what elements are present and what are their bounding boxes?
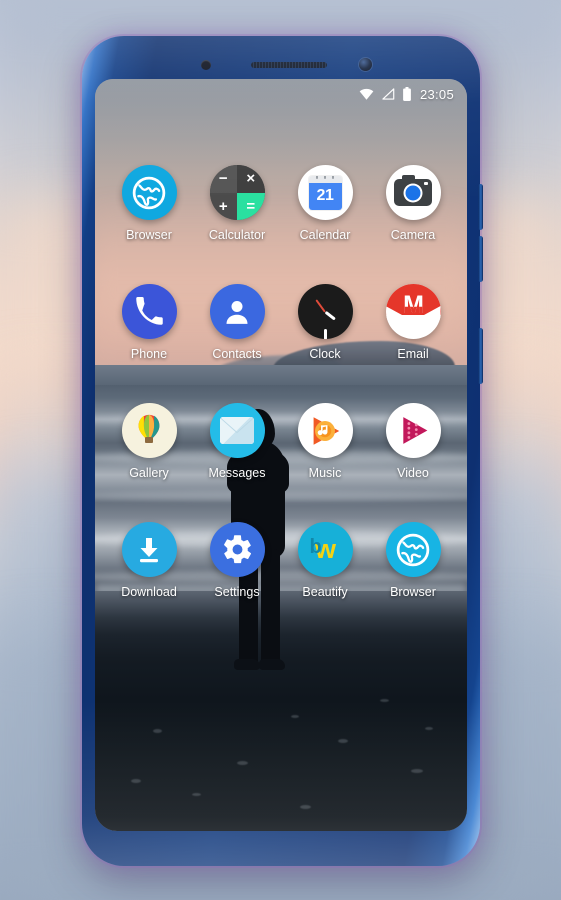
app-settings[interactable]: Settings (199, 522, 275, 599)
app-row: Browser − × + = Calculator 21 Calendar C… (95, 165, 467, 242)
power-button[interactable] (478, 328, 483, 384)
status-bar-clock: 23:05 (419, 86, 454, 102)
app-messages[interactable]: Messages (199, 403, 275, 480)
app-label: Messages (208, 466, 266, 480)
volume-up-button[interactable] (478, 184, 483, 230)
calendar-icon[interactable]: 21 (297, 165, 353, 220)
app-label: Clock (309, 347, 341, 361)
phone-device-frame: 23:05 Browser − × + = Calculator 21 Cale… (82, 36, 483, 866)
app-camera[interactable]: Camera (375, 165, 451, 242)
status-bar: 23:05 (95, 79, 467, 109)
app-label: Gallery (129, 466, 169, 480)
gallery-balloon-icon[interactable] (121, 403, 177, 458)
contacts-person-icon[interactable] (209, 284, 265, 339)
app-phone[interactable]: Phone (111, 284, 187, 361)
app-icon-grid: Browser − × + = Calculator 21 Calendar C… (95, 165, 467, 599)
messages-bubble-icon[interactable] (209, 403, 265, 458)
app-label: Contacts (212, 347, 262, 361)
app-label: Email (397, 347, 429, 361)
calendar-day-number: 21 (308, 182, 342, 210)
video-play-film-icon[interactable] (385, 403, 441, 458)
app-beautify[interactable]: b w Beautify (287, 522, 363, 599)
calc-key-plus: + (218, 197, 228, 215)
app-label: Video (397, 466, 429, 480)
app-label: Calendar (299, 228, 351, 242)
phone-handset-icon[interactable] (121, 284, 177, 339)
balloon-basket-icon (145, 437, 153, 443)
app-video[interactable]: Video (375, 403, 451, 480)
wifi-icon (359, 88, 374, 100)
app-contacts[interactable]: Contacts (199, 284, 275, 361)
battery-icon (402, 87, 412, 101)
app-label: Calculator (208, 228, 266, 242)
app-label: Settings (214, 585, 260, 599)
app-download[interactable]: Download (111, 522, 187, 599)
app-calculator[interactable]: − × + = Calculator (199, 165, 275, 242)
app-browser-secondary[interactable]: Browser (375, 522, 451, 599)
app-row: Phone Contacts Clock M Email (95, 284, 467, 361)
download-arrow-icon[interactable] (121, 522, 177, 577)
calculator-icon[interactable]: − × + = (209, 165, 265, 220)
app-label: Download (121, 585, 177, 599)
calc-key-multiply: × (246, 170, 256, 188)
beautify-b-mark: b (309, 536, 322, 558)
app-row: Gallery Messages Music Video (95, 403, 467, 480)
app-email[interactable]: M M Email (375, 284, 451, 361)
phone-screen: 23:05 Browser − × + = Calculator 21 Cale… (95, 79, 467, 831)
front-camera-icon (359, 58, 372, 71)
clock-icon[interactable] (297, 284, 353, 339)
browser-globe-icon[interactable] (385, 522, 441, 577)
app-label: Browser (126, 228, 172, 242)
camera-icon[interactable] (385, 165, 441, 220)
calc-key-minus: − (218, 170, 228, 188)
app-label: Music (308, 466, 342, 480)
volume-down-button[interactable] (478, 236, 483, 282)
earpiece-speaker-icon (251, 62, 327, 68)
calc-key-equals: = (246, 197, 256, 215)
app-label: Camera (390, 228, 436, 242)
proximity-sensor-icon (201, 60, 211, 70)
beautify-w-icon[interactable]: b w (297, 522, 353, 577)
email-envelope-icon[interactable]: M M (385, 284, 441, 339)
music-play-note-icon[interactable] (297, 403, 353, 458)
browser-globe-icon[interactable] (121, 165, 177, 220)
app-row: Download Settings b w Beautify Browser (95, 522, 467, 599)
app-browser[interactable]: Browser (111, 165, 187, 242)
app-music[interactable]: Music (287, 403, 363, 480)
app-label: Browser (390, 585, 436, 599)
app-label: Beautify (302, 585, 348, 599)
settings-gear-icon[interactable] (209, 522, 265, 577)
app-gallery[interactable]: Gallery (111, 403, 187, 480)
signal-triangle-icon (381, 88, 395, 100)
app-calendar[interactable]: 21 Calendar (287, 165, 363, 242)
app-label: Phone (130, 347, 168, 361)
app-clock[interactable]: Clock (287, 284, 363, 361)
